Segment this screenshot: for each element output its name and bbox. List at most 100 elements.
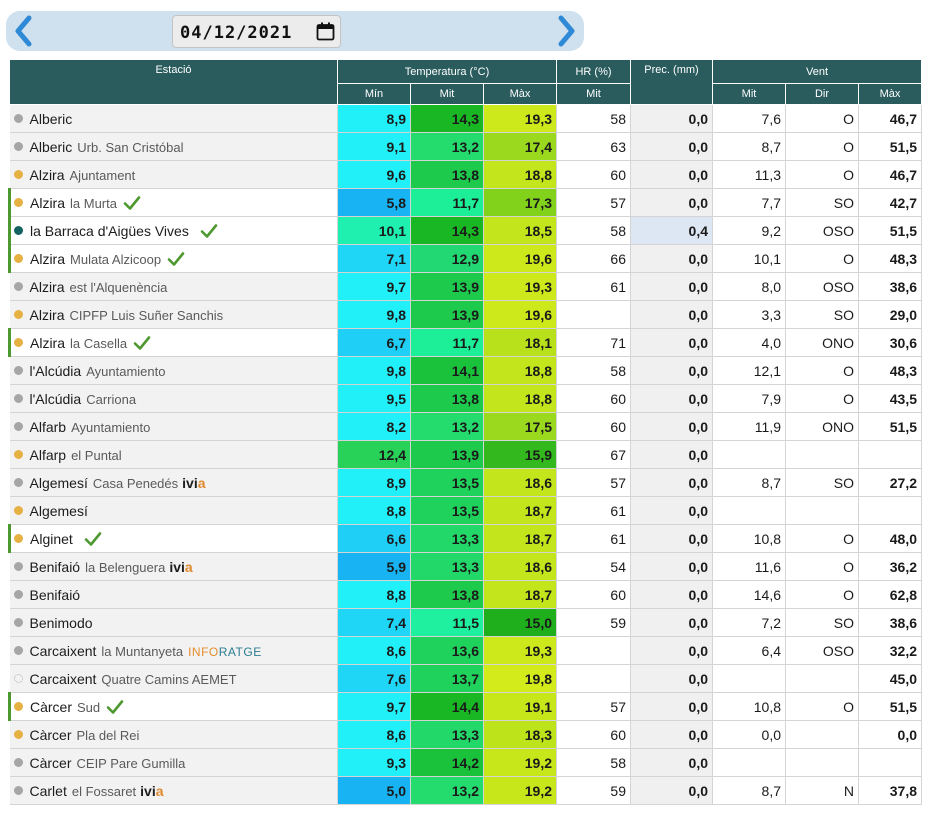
station-name[interactable]: Carcaixent — [30, 643, 97, 659]
station-cell[interactable]: Alzira Ajuntament — [9, 160, 338, 189]
station-location[interactable]: CIPFP Luis Suñer Sanchis — [70, 308, 224, 323]
station-cell[interactable]: Carcaixent la Muntanyeta INFORATGE — [9, 636, 338, 665]
station-name[interactable]: l'Alcúdia — [30, 391, 82, 407]
station-name[interactable]: Carcaixent — [30, 671, 97, 687]
table-row[interactable]: Alberic Urb. San Cristóbal 9,1 13,2 17,4 63 0,… — [9, 132, 922, 161]
station-name[interactable]: Algemesí — [30, 475, 88, 491]
station-location[interactable]: Carriona — [86, 392, 136, 407]
station-name[interactable]: Càrcer — [30, 755, 72, 771]
station-name[interactable]: Carlet — [30, 783, 67, 799]
table-row[interactable]: l'Alcúdia Carriona 9,5 13,8 18,8 60 0,0 7,9 O 43,… — [9, 384, 922, 413]
station-location[interactable]: est l'Alquenència — [70, 280, 168, 295]
station-location[interactable]: CEIP Pare Gumilla — [77, 756, 186, 771]
station-name[interactable]: Algemesí — [30, 503, 88, 519]
station-name[interactable]: Alzira — [30, 279, 65, 295]
station-name[interactable]: Alfarp — [30, 447, 67, 463]
chevron-left-icon[interactable] — [10, 14, 38, 48]
table-row[interactable]: Alberic 8,9 14,3 19,3 58 0,0 7,6 O 46,7 — [9, 104, 922, 133]
table-row[interactable]: l'Alcúdia Ayuntamiento 9,8 14,1 18,8 58 0,0 12,… — [9, 356, 922, 385]
station-cell[interactable]: Algemesí — [9, 496, 338, 525]
station-cell[interactable]: Càrcer Sud — [8, 692, 338, 721]
header-hr[interactable]: HR (%) — [556, 59, 631, 84]
station-location[interactable]: Sud — [77, 700, 100, 715]
table-row[interactable]: Benifaió la Belenguera ivia 5,9 13,3 18,6 54 0,… — [9, 552, 922, 581]
station-cell[interactable]: Carcaixent Quatre Camins AEMET — [9, 664, 338, 693]
calendar-icon[interactable] — [316, 22, 335, 41]
station-cell[interactable]: Alberic — [9, 104, 338, 133]
station-location[interactable]: Pla del Rei — [77, 728, 140, 743]
station-name[interactable]: Alzira — [30, 167, 65, 183]
station-name[interactable]: Alzira — [30, 251, 65, 267]
station-name[interactable]: Alginet — [30, 531, 73, 547]
table-row[interactable]: Alzira la Casella 6,7 11,7 18,1 71 0,0 4,0 ONO 30… — [8, 328, 922, 357]
station-cell[interactable]: Càrcer CEIP Pare Gumilla — [9, 748, 338, 777]
station-cell[interactable]: Càrcer Pla del Rei — [9, 720, 338, 749]
table-row[interactable]: Algemesí Casa Penedés ivia 8,9 13,5 18,6 57 0,0… — [9, 468, 922, 497]
table-row[interactable]: Benimodo 7,4 11,5 15,0 59 0,0 7,2 SO 38,6 — [9, 608, 922, 637]
station-location[interactable]: Casa Penedés — [93, 476, 178, 491]
station-name[interactable]: Alberic — [30, 111, 73, 127]
header-temp-min[interactable]: Mín — [337, 83, 411, 105]
station-name[interactable]: Alzira — [30, 335, 65, 351]
chevron-right-icon[interactable] — [552, 14, 580, 48]
station-name[interactable]: Càrcer — [30, 727, 72, 743]
station-location[interactable]: Quatre Camins AEMET — [101, 672, 236, 687]
table-row[interactable]: Alzira Mulata Alzicoop 7,1 12,9 19,6 66 0,0 10,… — [8, 244, 922, 273]
table-row[interactable]: Carcaixent Quatre Camins AEMET 7,6 13,7 19,8… — [9, 664, 922, 693]
date-input[interactable]: 04/12/2021 — [172, 15, 341, 48]
table-row[interactable]: Carlet el Fossaret ivia 5,0 13,2 19,2 59 0,0 8,7… — [9, 776, 922, 805]
table-row[interactable]: Benifaió 8,8 13,8 18,7 60 0,0 14,6 O 62,8 — [9, 580, 922, 609]
station-name[interactable]: Alzira — [30, 307, 65, 323]
station-cell[interactable]: Algemesí Casa Penedés ivia — [9, 468, 338, 497]
header-wind[interactable]: Vent — [712, 59, 922, 84]
station-cell[interactable]: Alzira CIPFP Luis Suñer Sanchis — [9, 300, 338, 329]
table-row[interactable]: Càrcer Sud 9,7 14,4 19,1 57 0,0 10,8 O 51,5 — [8, 692, 922, 721]
header-wind-dir[interactable]: Dir — [785, 83, 859, 105]
station-location[interactable]: Mulata Alzicoop — [70, 252, 161, 267]
station-cell[interactable]: Alfarb Ayuntamiento — [9, 412, 338, 441]
table-row[interactable]: Alzira est l'Alquenència 9,7 13,9 19,3 61 0,0 8… — [9, 272, 922, 301]
table-row[interactable]: Alzira Ajuntament 9,6 13,8 18,8 60 0,0 11,3 O 46,… — [9, 160, 922, 189]
table-row[interactable]: Carcaixent la Muntanyeta INFORATGE 8,6 13,6 1… — [9, 636, 922, 665]
header-wind-max[interactable]: Màx — [858, 83, 922, 105]
station-cell[interactable]: Benifaió — [9, 580, 338, 609]
station-cell[interactable]: Alginet — [8, 524, 338, 553]
header-temperature[interactable]: Temperatura (°C) — [337, 59, 557, 84]
table-row[interactable]: Alfarp el Puntal 12,4 13,9 15,9 67 0,0 — [9, 440, 922, 469]
station-name[interactable]: Alzira — [30, 195, 65, 211]
station-location[interactable]: la Belenguera — [85, 560, 165, 575]
station-name[interactable]: Alberic — [30, 139, 73, 155]
header-temp-max[interactable]: Màx — [483, 83, 557, 105]
table-row[interactable]: Alginet 6,6 13,3 18,7 61 0,0 10,8 O 48,0 — [8, 524, 922, 553]
station-name[interactable]: Benifaió — [30, 587, 81, 603]
station-cell[interactable]: l'Alcúdia Carriona — [9, 384, 338, 413]
station-name[interactable]: Benimodo — [30, 615, 93, 631]
station-location[interactable]: el Fossaret — [72, 784, 136, 799]
station-location[interactable]: Ayuntamiento — [71, 420, 150, 435]
station-cell[interactable]: Alzira la Murta — [8, 188, 338, 217]
station-location[interactable]: Ayuntamiento — [86, 364, 165, 379]
table-row[interactable]: Alzira la Murta 5,8 11,7 17,3 57 0,0 7,7 SO 42,7 — [8, 188, 922, 217]
table-row[interactable]: Càrcer Pla del Rei 8,6 13,3 18,3 60 0,0 0,0 0,0 — [9, 720, 922, 749]
table-row[interactable]: la Barraca d'Aigües Vives 10,1 14,3 18,5 58 0… — [8, 216, 922, 245]
station-cell[interactable]: Alzira est l'Alquenència — [9, 272, 338, 301]
station-cell[interactable]: Alfarp el Puntal — [9, 440, 338, 469]
table-row[interactable]: Algemesí 8,8 13,5 18,7 61 0,0 — [9, 496, 922, 525]
station-cell[interactable]: Benimodo — [9, 608, 338, 637]
station-cell[interactable]: l'Alcúdia Ayuntamiento — [9, 356, 338, 385]
station-cell[interactable]: Carlet el Fossaret ivia — [9, 776, 338, 805]
table-row[interactable]: Alzira CIPFP Luis Suñer Sanchis 9,8 13,9 19,… — [9, 300, 922, 329]
station-location[interactable]: el Puntal — [71, 448, 122, 463]
station-name[interactable]: la Barraca d'Aigües Vives — [30, 223, 189, 239]
station-cell[interactable]: Benifaió la Belenguera ivia — [9, 552, 338, 581]
station-name[interactable]: l'Alcúdia — [30, 363, 82, 379]
header-temp-mit[interactable]: Mit — [410, 83, 484, 105]
station-cell[interactable]: Alberic Urb. San Cristóbal — [9, 132, 338, 161]
station-location[interactable]: la Murta — [70, 196, 117, 211]
station-name[interactable]: Càrcer — [30, 699, 72, 715]
station-name[interactable]: Alfarb — [30, 419, 67, 435]
station-location[interactable]: Ajuntament — [70, 168, 136, 183]
station-location[interactable]: la Muntanyeta — [101, 644, 183, 659]
date-value[interactable]: 04/12/2021 — [180, 23, 292, 43]
station-location[interactable]: la Casella — [70, 336, 127, 351]
